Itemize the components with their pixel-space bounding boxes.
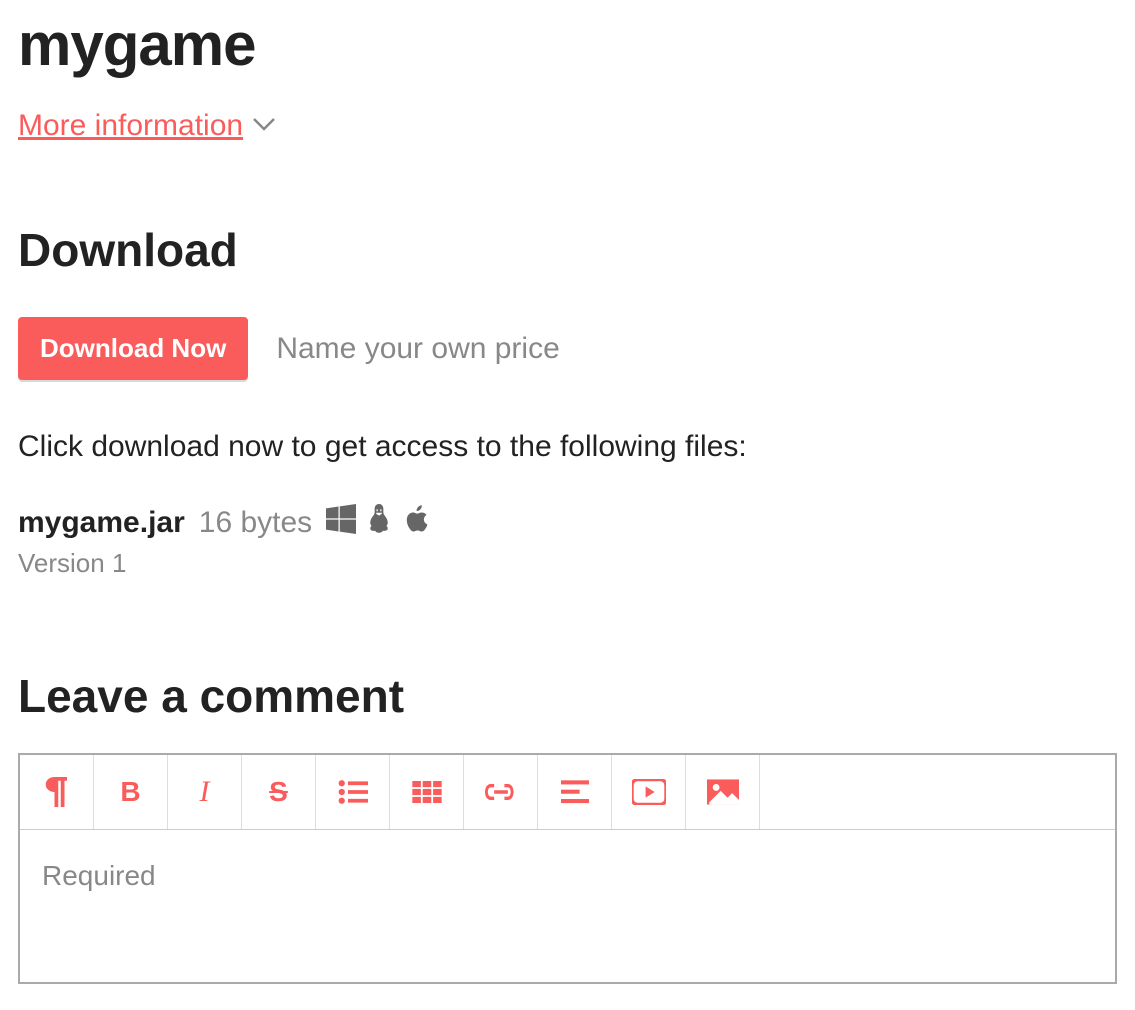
- more-information-label: More information: [18, 109, 243, 143]
- file-row: mygame.jar 16 bytes: [18, 504, 1117, 542]
- linux-icon: [364, 504, 394, 542]
- more-information-link[interactable]: More information: [18, 109, 275, 143]
- download-description: Click download now to get access to the …: [18, 430, 1117, 464]
- page-title: mygame: [18, 10, 1117, 79]
- italic-tool[interactable]: I: [168, 755, 242, 829]
- strikethrough-tool[interactable]: S: [242, 755, 316, 829]
- bullet-list-tool[interactable]: [316, 755, 390, 829]
- bold-tool[interactable]: B: [94, 755, 168, 829]
- chevron-down-icon: [253, 115, 275, 138]
- paragraph-tool[interactable]: [20, 755, 94, 829]
- platform-icons: [326, 504, 432, 542]
- align-tool[interactable]: [538, 755, 612, 829]
- apple-icon: [402, 504, 432, 542]
- download-heading: Download: [18, 223, 1117, 277]
- video-tool[interactable]: [612, 755, 686, 829]
- file-version: Version 1: [18, 548, 1117, 579]
- download-row: Download Now Name your own price: [18, 317, 1117, 380]
- image-tool[interactable]: [686, 755, 760, 829]
- link-tool[interactable]: [464, 755, 538, 829]
- grid-tool[interactable]: [390, 755, 464, 829]
- comment-textarea[interactable]: Required: [20, 830, 1115, 982]
- leave-comment-heading: Leave a comment: [18, 669, 1117, 723]
- file-size: 16 bytes: [199, 506, 312, 540]
- file-name[interactable]: mygame.jar: [18, 506, 185, 540]
- windows-icon: [326, 504, 356, 542]
- editor-toolbar: B I S: [20, 755, 1115, 830]
- price-label: Name your own price: [276, 332, 559, 366]
- download-now-button[interactable]: Download Now: [18, 317, 248, 380]
- comment-editor: B I S Required: [18, 753, 1117, 984]
